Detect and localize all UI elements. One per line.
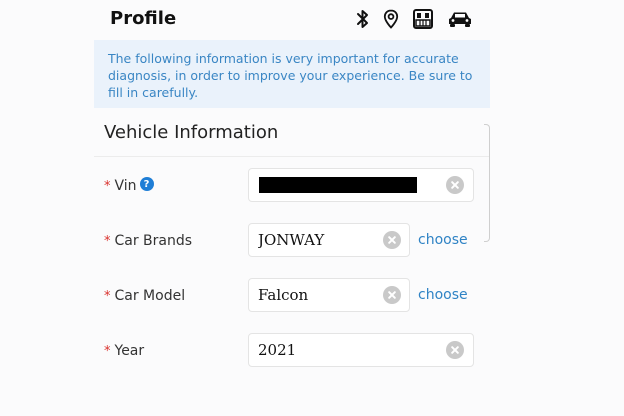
clear-year-icon[interactable]: [446, 341, 464, 359]
notice-text: The following information is very import…: [108, 51, 473, 100]
info-notice: The following information is very import…: [94, 40, 490, 108]
car-model-row: * Car Model choose: [104, 278, 484, 314]
car-brands-input[interactable]: [258, 224, 368, 256]
clear-vin-icon[interactable]: [446, 176, 464, 194]
car-icon[interactable]: [447, 10, 473, 28]
year-input[interactable]: [258, 334, 368, 366]
section-title: Vehicle Information: [104, 122, 279, 143]
app-header: Profile: [0, 0, 624, 38]
year-row: * Year: [104, 333, 484, 369]
clear-car-model-icon[interactable]: [383, 286, 401, 304]
vin-field[interactable]: [248, 168, 474, 202]
bluetooth-icon[interactable]: [356, 9, 370, 29]
year-label-text: Year: [114, 343, 145, 359]
required-mark: *: [104, 343, 111, 359]
choose-car-brand-link[interactable]: choose: [418, 232, 468, 248]
car-brands-row: * Car Brands choose: [104, 223, 484, 259]
required-mark: *: [104, 233, 111, 249]
year-label: * Year: [104, 343, 144, 359]
car-brands-label: * Car Brands: [104, 233, 192, 249]
redacted-vin: [259, 177, 417, 193]
car-brands-label-text: Car Brands: [114, 233, 193, 249]
vin-row: * Vin ?: [104, 168, 484, 204]
car-model-field[interactable]: [248, 278, 410, 312]
scrollbar[interactable]: [484, 124, 490, 242]
help-icon[interactable]: ?: [139, 177, 154, 191]
vin-label: * Vin ?: [104, 177, 154, 194]
car-model-label: * Car Model: [104, 288, 185, 304]
car-brands-field[interactable]: [248, 223, 410, 257]
location-pin-icon[interactable]: [383, 9, 399, 29]
choose-car-model-link[interactable]: choose: [418, 287, 468, 303]
clear-car-brands-icon[interactable]: [383, 231, 401, 249]
car-model-label-text: Car Model: [114, 288, 186, 304]
status-icons: [356, 6, 473, 32]
required-mark: *: [104, 288, 111, 304]
obd-connector-icon[interactable]: [412, 8, 434, 30]
car-model-input[interactable]: [258, 279, 368, 311]
required-mark: *: [104, 178, 111, 194]
year-field[interactable]: [248, 333, 474, 367]
section-divider: [94, 156, 490, 157]
page-title: Profile: [110, 8, 177, 29]
vin-label-text: Vin: [114, 178, 137, 194]
